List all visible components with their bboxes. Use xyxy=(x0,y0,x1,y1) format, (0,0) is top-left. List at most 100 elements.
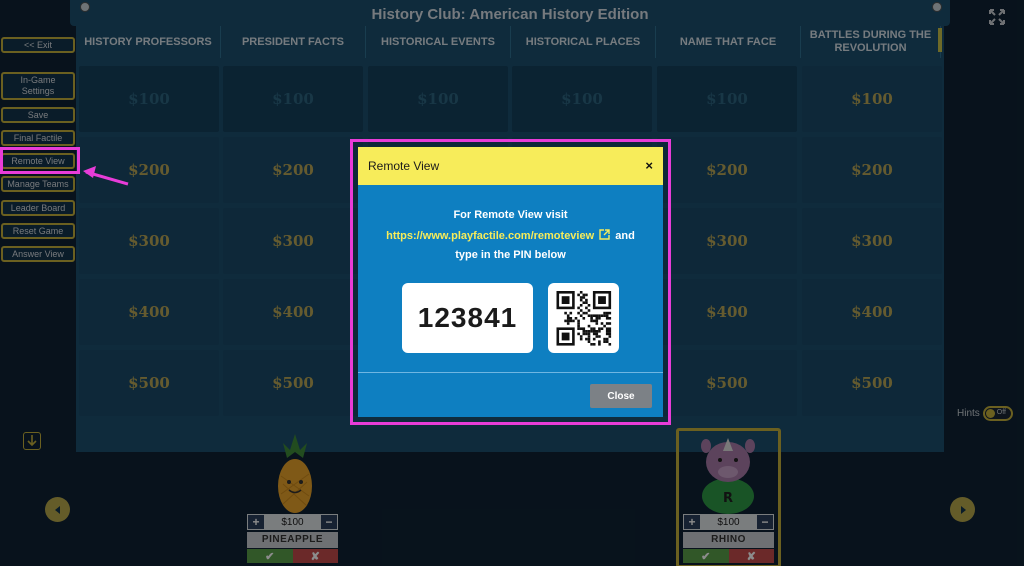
qr-module xyxy=(605,317,609,320)
qr-module xyxy=(585,298,588,302)
qr-module xyxy=(582,332,586,336)
pin-display: 123841 xyxy=(402,283,533,353)
qr-module xyxy=(598,343,601,346)
qr-module xyxy=(595,330,599,333)
qr-module xyxy=(592,337,596,341)
modal-title: Remote View xyxy=(368,159,440,173)
qr-module xyxy=(608,327,612,330)
qr-module xyxy=(564,319,567,323)
qr-module xyxy=(592,330,596,333)
qr-module xyxy=(579,327,583,330)
qr-module xyxy=(572,319,575,323)
qr-module xyxy=(561,332,570,341)
qr-module xyxy=(592,319,596,323)
qr-module xyxy=(598,340,601,343)
instruction-line: For Remote View visit xyxy=(453,209,568,221)
qr-module xyxy=(561,296,570,304)
qr-module xyxy=(579,337,583,341)
qr-module xyxy=(569,317,573,320)
qr-module xyxy=(579,309,583,312)
qr-module xyxy=(564,311,567,315)
qr-module xyxy=(592,343,596,346)
qr-module xyxy=(585,332,588,336)
qr-module xyxy=(577,327,580,330)
qr-module xyxy=(605,322,609,325)
qr-module xyxy=(574,317,578,320)
qr-module xyxy=(582,293,586,297)
qr-module xyxy=(585,293,588,297)
instruction-link-line: https://www.playfactile.com/remoteview a… xyxy=(358,229,663,242)
close-icon[interactable]: × xyxy=(645,158,653,173)
qr-code xyxy=(548,283,619,353)
qr-module xyxy=(579,298,583,302)
qr-module xyxy=(585,337,588,341)
remote-view-modal: Remote View × For Remote View visit http… xyxy=(358,147,663,417)
qr-module xyxy=(603,340,606,343)
qr-module xyxy=(585,306,588,310)
qr-module xyxy=(600,322,604,325)
qr-module xyxy=(587,314,591,317)
qr-module xyxy=(608,335,612,338)
qr-module xyxy=(598,296,606,304)
qr-module xyxy=(579,335,583,338)
qr-module xyxy=(598,327,601,330)
qr-module xyxy=(582,327,586,330)
qr-module xyxy=(605,314,609,317)
qr-module xyxy=(587,324,591,328)
qr-module xyxy=(577,319,580,323)
remote-view-link[interactable]: https://www.playfactile.com/remoteview xyxy=(386,230,594,242)
qr-module xyxy=(587,332,591,336)
external-link-icon[interactable] xyxy=(599,229,610,240)
qr-module xyxy=(592,314,596,317)
qr-module xyxy=(587,337,591,341)
qr-module xyxy=(577,311,580,315)
qr-module xyxy=(579,296,583,299)
qr-module xyxy=(603,314,606,317)
qr-module xyxy=(590,319,593,323)
qr-module xyxy=(595,314,599,317)
close-button[interactable]: Close xyxy=(590,384,652,408)
qr-module xyxy=(608,317,612,320)
modal-header: Remote View × xyxy=(358,147,663,185)
qr-module xyxy=(598,335,601,338)
qr-module xyxy=(582,311,586,315)
qr-module xyxy=(566,322,570,325)
game-screen: History Club: American History Edition H… xyxy=(0,0,1024,566)
qr-module xyxy=(577,322,580,325)
qr-module xyxy=(579,304,583,307)
qr-module xyxy=(590,343,593,346)
qr-module xyxy=(587,304,591,307)
qr-module xyxy=(608,332,612,336)
qr-module xyxy=(585,301,588,304)
qr-module xyxy=(608,322,612,325)
qr-module xyxy=(566,314,570,317)
qr-module xyxy=(598,330,601,333)
qr-module xyxy=(595,322,599,325)
qr-module xyxy=(592,327,596,330)
qr-module xyxy=(582,296,586,299)
qr-module xyxy=(566,319,570,323)
qr-module xyxy=(595,319,599,323)
qr-module xyxy=(579,314,583,317)
qr-module xyxy=(582,330,586,333)
qr-module xyxy=(605,337,609,341)
qr-module xyxy=(587,309,591,312)
qr-module xyxy=(595,317,599,320)
qr-module xyxy=(595,332,599,336)
qr-module xyxy=(577,332,580,336)
qr-module xyxy=(608,311,612,315)
qr-module xyxy=(582,301,586,304)
qr-module xyxy=(595,335,599,338)
qr-module xyxy=(605,332,609,336)
qr-module xyxy=(598,317,601,320)
qr-module xyxy=(590,327,593,330)
qr-module xyxy=(590,317,593,320)
qr-module xyxy=(605,327,609,330)
qr-module xyxy=(582,317,586,320)
qr-module xyxy=(577,293,580,297)
pointer-arrow-icon xyxy=(83,166,129,186)
modal-divider xyxy=(358,372,663,373)
qr-module xyxy=(605,340,609,343)
qr-module xyxy=(590,314,593,317)
qr-module xyxy=(608,330,612,333)
